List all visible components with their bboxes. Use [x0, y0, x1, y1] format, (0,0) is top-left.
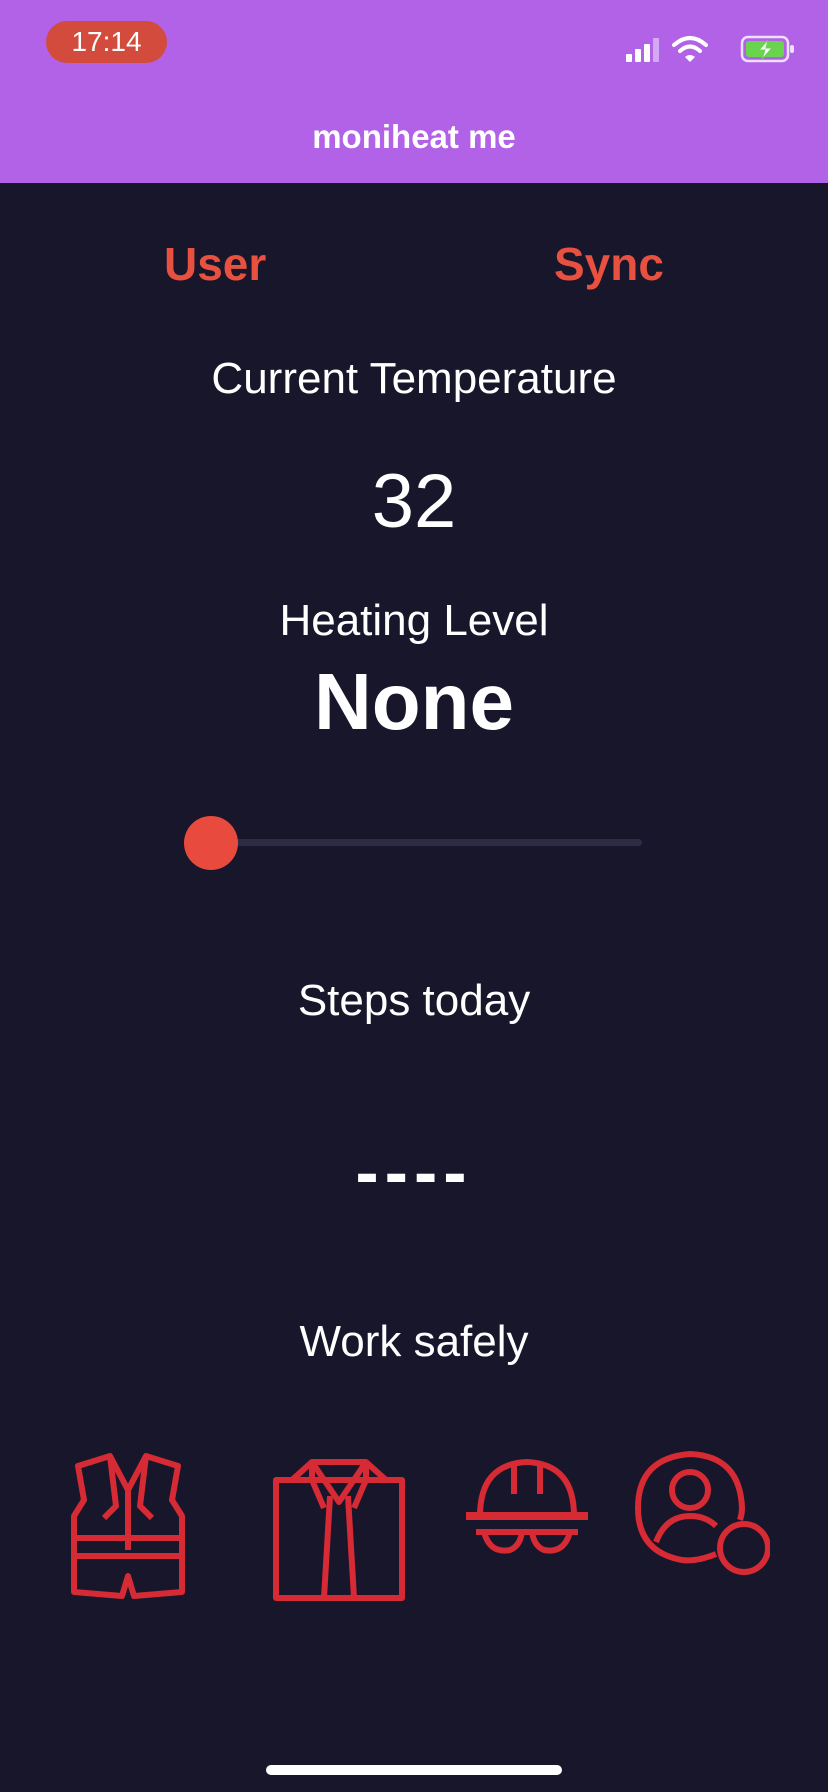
- heating-level-slider[interactable]: [184, 812, 642, 872]
- slider-thumb[interactable]: [184, 816, 238, 870]
- app-header: 17:14 moniheat me: [0, 0, 828, 183]
- home-indicator[interactable]: [266, 1765, 562, 1775]
- safety-vest-icon[interactable]: [64, 1450, 194, 1604]
- user-button[interactable]: User: [164, 237, 266, 291]
- wifi-icon: [672, 36, 708, 62]
- slider-track: [212, 839, 642, 846]
- status-time: 17:14: [46, 21, 167, 63]
- temperature-value: 32: [371, 459, 457, 544]
- steps-label: Steps today: [297, 976, 531, 1025]
- work-shirt-icon[interactable]: [272, 1450, 406, 1604]
- user-account-icon[interactable]: [634, 1450, 770, 1576]
- heating-level-value: None: [314, 657, 514, 746]
- signal-icon: [626, 38, 659, 62]
- hard-hat-icon[interactable]: [462, 1450, 592, 1570]
- app-title: moniheat me: [312, 118, 516, 155]
- temperature-label: Current Temperature: [211, 354, 617, 403]
- battery-charging-icon: [740, 35, 794, 63]
- heating-level-label: Heating Level: [279, 596, 549, 645]
- sync-button[interactable]: Sync: [554, 237, 664, 291]
- work-safely-label: Work safely: [299, 1317, 529, 1366]
- steps-value: ----: [355, 1133, 473, 1211]
